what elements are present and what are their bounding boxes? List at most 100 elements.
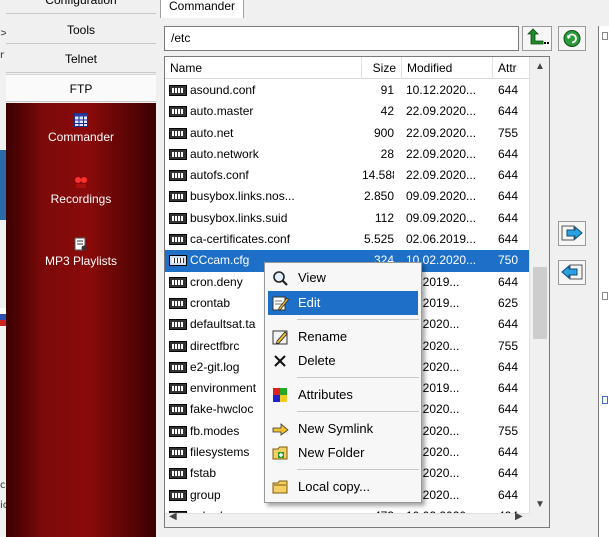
- copy-to-right-button[interactable]: [558, 221, 586, 246]
- tab-strip: Commander: [158, 0, 609, 20]
- column-header-attr[interactable]: Attr: [493, 57, 530, 79]
- up-directory-button[interactable]: [522, 26, 552, 51]
- menu-item-local-copy[interactable]: Local copy...: [268, 475, 418, 499]
- file-attr: 644: [498, 83, 519, 97]
- refresh-button[interactable]: [558, 26, 586, 51]
- file-icon: [169, 404, 187, 416]
- nav-button-ftp[interactable]: FTP: [6, 74, 156, 102]
- ftp-panel: Commander Recordings MP3 Playlists: [6, 103, 156, 537]
- column-header-name[interactable]: Name: [165, 57, 362, 79]
- menu-item-view[interactable]: View: [268, 266, 418, 290]
- file-attr: 644: [498, 381, 519, 396]
- file-attr: 644: [498, 210, 519, 225]
- column-header-modified[interactable]: Modified: [402, 57, 493, 79]
- nav-button-tools[interactable]: Tools: [6, 16, 156, 44]
- file-row[interactable]: auto.master 42 22.09.2020... 644: [165, 101, 530, 122]
- menu-item-label: Edit: [298, 295, 321, 310]
- file-modified: 22.09.2020...: [406, 168, 477, 183]
- file-row[interactable]: ca-certificates.conf 5.525 02.06.2019... 64…: [165, 229, 530, 250]
- file-icon: [169, 489, 187, 501]
- chevron-left-icon[interactable]: ◀: [169, 511, 177, 522]
- file-icon: [169, 106, 187, 118]
- file-icon: [169, 85, 187, 96]
- file-size: 42: [380, 104, 394, 119]
- context-menu: View Edit Rename Delete Attributes New S…: [264, 262, 422, 503]
- vertical-scrollbar[interactable]: ▲ ▼: [529, 57, 549, 527]
- nav-item-label: Recordings: [50, 192, 112, 206]
- file-attr: 755: [498, 338, 519, 353]
- view-icon: [273, 271, 288, 286]
- fragment-text: r: [0, 50, 5, 61]
- file-row[interactable]: busybox.links.nos... 2.850 09.09.2020... 64…: [165, 186, 530, 207]
- file-row[interactable]: busybox.links.suid 112 09.09.2020... 644: [165, 208, 530, 229]
- refresh-icon: [563, 30, 581, 47]
- file-list-header: Name Size Modified Attr: [165, 57, 530, 79]
- file-icon: [169, 383, 187, 395]
- menu-separator: [297, 411, 419, 412]
- recordings-icon: [75, 177, 87, 188]
- file-row[interactable]: auto.network 28 22.09.2020... 644: [165, 144, 530, 165]
- nav-item-commander[interactable]: Commander: [6, 113, 156, 144]
- nav-item-label: MP3 Playlists: [44, 254, 118, 268]
- menu-item-label: New Folder: [298, 445, 365, 460]
- file-attr: 755: [498, 423, 519, 438]
- menu-item-delete[interactable]: Delete: [268, 349, 418, 373]
- chevron-up-icon[interactable]: ▲: [530, 57, 549, 77]
- grid-icon: [74, 113, 88, 127]
- file-icon: [169, 340, 187, 352]
- tab-commander[interactable]: Commander: [160, 0, 245, 18]
- file-size: 5.525: [363, 232, 394, 247]
- file-icon: [169, 255, 187, 267]
- playlist-icon: [74, 237, 87, 251]
- path-input[interactable]: /etc: [164, 26, 519, 51]
- file-row[interactable]: auto.net 900 22.09.2020... 755: [165, 123, 530, 144]
- menu-item-new-folder[interactable]: New Folder: [268, 441, 418, 465]
- file-size: 14.588: [362, 168, 394, 183]
- file-icon: [169, 319, 187, 331]
- file-icon: [169, 148, 187, 160]
- file-attr: 644: [498, 359, 519, 374]
- file-name: auto.network: [190, 146, 259, 161]
- file-modified: 09.09.2020...: [406, 189, 477, 204]
- file-icon: [169, 234, 187, 246]
- column-header-size[interactable]: Size: [362, 57, 402, 79]
- nav-item-mp3-playlists[interactable]: MP3 Playlists: [6, 237, 156, 268]
- menu-item-rename[interactable]: Rename: [268, 325, 418, 349]
- menu-item-label: Delete: [298, 353, 336, 368]
- menu-item-label: New Symlink: [298, 421, 374, 436]
- menu-item-attributes[interactable]: Attributes: [268, 383, 418, 407]
- file-attr: 644: [498, 402, 519, 417]
- menu-item-new-symlink[interactable]: New Symlink: [268, 417, 418, 441]
- file-row[interactable]: autofs.conf 14.588 22.09.2020... 644: [165, 165, 530, 186]
- arrow-right-icon: [561, 225, 583, 241]
- copy-to-left-button[interactable]: [558, 260, 586, 285]
- menu-item-label: Rename: [298, 329, 348, 344]
- file-name: ca-certificates.conf: [190, 232, 291, 247]
- horizontal-scrollbar[interactable]: ◀ ▶: [165, 511, 530, 527]
- file-name: autofs.conf: [190, 168, 249, 183]
- right-pane-button[interactable]: [602, 32, 608, 40]
- chevron-down-icon[interactable]: ▼: [530, 495, 549, 515]
- right-pane-marker: [602, 396, 608, 404]
- file-modified: 22.09.2020...: [406, 104, 477, 119]
- nav-button-telnet[interactable]: Telnet: [6, 45, 156, 73]
- file-size: 2.850: [363, 189, 394, 204]
- file-icon: [169, 297, 187, 309]
- file-attr: 644: [498, 445, 519, 460]
- file-attr: 644: [498, 274, 519, 289]
- rename-icon: [272, 330, 288, 345]
- menu-item-edit[interactable]: Edit: [268, 291, 418, 315]
- scroll-thumb[interactable]: [533, 267, 547, 339]
- right-pane-fragment: [598, 26, 609, 537]
- local-copy-icon: [272, 480, 288, 494]
- file-attr: 644: [498, 232, 519, 247]
- up-arrow-icon: [527, 28, 549, 45]
- nav-item-recordings[interactable]: Recordings: [6, 175, 156, 206]
- left-navigation: Configuration Tools Telnet FTP Commander…: [6, 0, 156, 537]
- chevron-right-icon[interactable]: ▶: [515, 511, 523, 522]
- nav-button-configuration[interactable]: Configuration: [6, 0, 156, 14]
- file-attr: 644: [498, 466, 519, 481]
- file-row[interactable]: asound.conf 91 10.12.2020... 644: [165, 80, 530, 101]
- file-attr: 644: [498, 146, 519, 161]
- file-name: auto.net: [190, 125, 234, 140]
